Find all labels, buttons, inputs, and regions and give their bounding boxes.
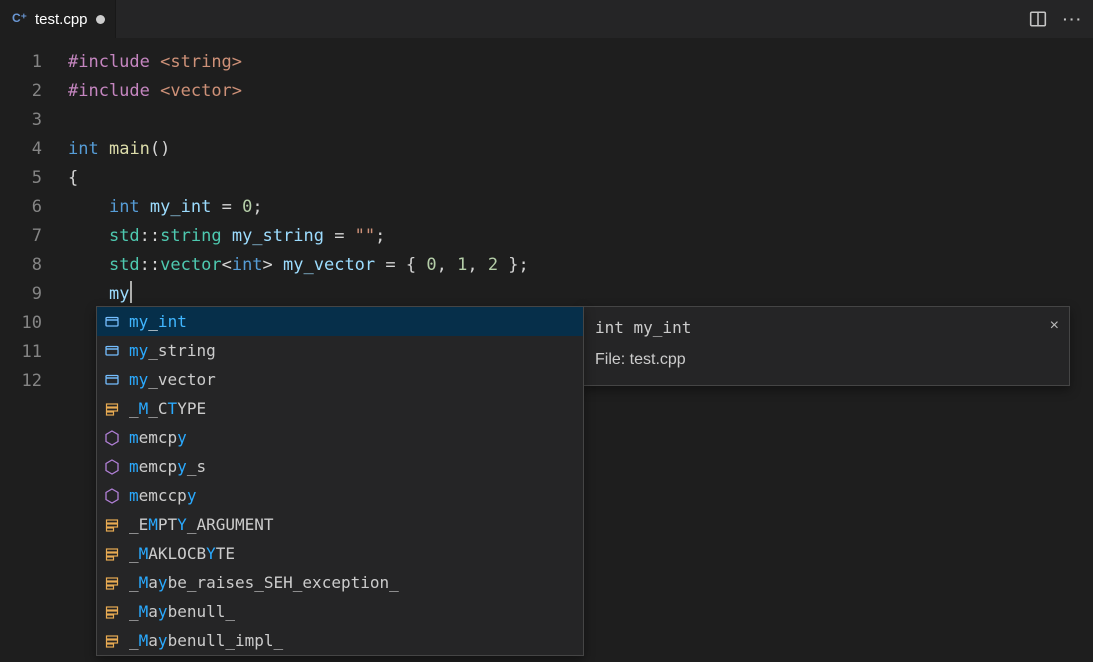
split-editor-icon[interactable] (1029, 10, 1047, 28)
suggest-label: _Maybenull_impl_ (129, 626, 283, 655)
constant-icon (103, 574, 121, 592)
code-line[interactable]: 4int main() (0, 135, 1093, 164)
suggest-label: _Maybe_raises_SEH_exception_ (129, 568, 399, 597)
code-content: int main() (68, 135, 170, 164)
code-content: #include <string> (68, 48, 242, 77)
editor-title-actions: ··· (1029, 0, 1093, 38)
code-content: #include <vector> (68, 77, 242, 106)
suggest-item[interactable]: _EMPTY_ARGUMENT (97, 510, 583, 539)
line-number: 2 (0, 77, 68, 106)
suggest-label: _EMPTY_ARGUMENT (129, 510, 274, 539)
detail-file: File: test.cpp (595, 347, 1057, 373)
code-content: my (68, 280, 132, 309)
suggest-item[interactable]: _Maybe_raises_SEH_exception_ (97, 568, 583, 597)
tab-test-cpp[interactable]: C⁺ test.cpp (0, 0, 116, 38)
tab-bar: C⁺ test.cpp ··· (0, 0, 1093, 38)
constant-icon (103, 545, 121, 563)
function-icon (103, 458, 121, 476)
suggest-label: _M_CTYPE (129, 394, 206, 423)
function-icon (103, 429, 121, 447)
suggest-label: memcpy_s (129, 452, 206, 481)
constant-icon (103, 603, 121, 621)
more-actions-icon[interactable]: ··· (1063, 11, 1083, 27)
line-number: 7 (0, 222, 68, 251)
suggest-label: my_string (129, 336, 216, 365)
variable-icon (103, 342, 121, 360)
line-number: 3 (0, 106, 68, 135)
detail-signature: int my_int (595, 315, 1057, 341)
suggest-label: memccpy (129, 481, 196, 510)
suggest-item[interactable]: _MAKLOCBYTE (97, 539, 583, 568)
variable-icon (103, 371, 121, 389)
code-line[interactable]: 1#include <string> (0, 48, 1093, 77)
line-number: 10 (0, 309, 68, 338)
code-line[interactable]: 5{ (0, 164, 1093, 193)
suggest-label: _Maybenull_ (129, 597, 235, 626)
code-line[interactable]: 3 (0, 106, 1093, 135)
suggest-item[interactable]: my_string (97, 336, 583, 365)
code-line[interactable]: 8 std::vector<int> my_vector = { 0, 1, 2… (0, 251, 1093, 280)
function-icon (103, 487, 121, 505)
line-number: 6 (0, 193, 68, 222)
code-line[interactable]: 2#include <vector> (0, 77, 1093, 106)
suggest-label: _MAKLOCBYTE (129, 539, 235, 568)
suggest-item[interactable]: my_vector (97, 365, 583, 394)
line-number: 5 (0, 164, 68, 193)
constant-icon (103, 400, 121, 418)
cpp-file-icon: C⁺ (12, 11, 27, 25)
suggest-label: my_int (129, 307, 187, 336)
code-content: { (68, 164, 78, 193)
code-content: std::string my_string = ""; (68, 222, 385, 251)
line-number: 12 (0, 367, 68, 396)
line-number: 4 (0, 135, 68, 164)
suggest-item[interactable]: _Maybenull_ (97, 597, 583, 626)
suggest-item[interactable]: my_int (97, 307, 583, 336)
constant-icon (103, 516, 121, 534)
code-line[interactable]: 9 my (0, 280, 1093, 309)
code-line[interactable]: 6 int my_int = 0; (0, 193, 1093, 222)
suggest-item[interactable]: memccpy (97, 481, 583, 510)
suggest-label: memcpy (129, 423, 187, 452)
line-number: 8 (0, 251, 68, 280)
suggest-item[interactable]: _M_CTYPE (97, 394, 583, 423)
suggest-item[interactable]: memcpy_s (97, 452, 583, 481)
close-icon[interactable]: × (1050, 313, 1059, 339)
line-number: 9 (0, 280, 68, 309)
suggest-item[interactable]: memcpy (97, 423, 583, 452)
autocomplete-list[interactable]: my_intmy_stringmy_vector_M_CTYPEmemcpyme… (96, 306, 584, 656)
code-line[interactable]: 7 std::string my_string = ""; (0, 222, 1093, 251)
variable-icon (103, 313, 121, 331)
unsaved-indicator-icon (96, 15, 105, 24)
line-number: 11 (0, 338, 68, 367)
line-number: 1 (0, 48, 68, 77)
suggest-item[interactable]: _Maybenull_impl_ (97, 626, 583, 655)
autocomplete-detail: × int my_int File: test.cpp (582, 306, 1070, 386)
code-content: std::vector<int> my_vector = { 0, 1, 2 }… (68, 251, 529, 280)
code-content: int my_int = 0; (68, 193, 263, 222)
suggest-label: my_vector (129, 365, 216, 394)
text-cursor (130, 281, 132, 303)
constant-icon (103, 632, 121, 650)
tab-filename: test.cpp (35, 11, 88, 28)
